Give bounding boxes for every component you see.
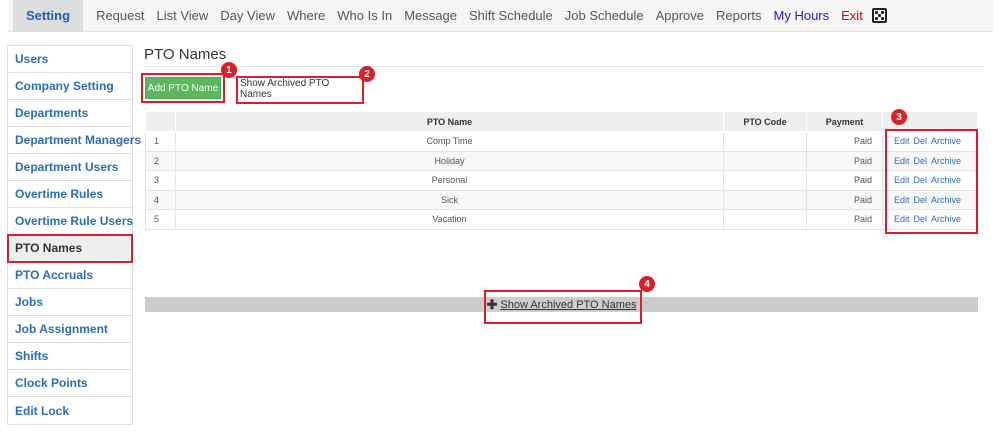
table-row: 5 Vacation Paid Edit Del Archive	[145, 209, 978, 230]
nav-link-message[interactable]: Message	[404, 8, 457, 23]
nav-link-list-view[interactable]: List View	[156, 8, 208, 23]
table-header-row: PTO Name PTO Code Payment	[145, 111, 978, 132]
pto-name-cell: Sick	[175, 189, 724, 210]
annotation-badge-2: 2	[359, 66, 375, 82]
sidebar-item-pto-accruals[interactable]: PTO Accruals	[8, 262, 132, 289]
nav-link-approve[interactable]: Approve	[656, 8, 704, 23]
row-number: 4	[145, 189, 176, 210]
payment-cell: Paid	[806, 209, 883, 230]
pto-name-cell: Holiday	[175, 150, 724, 171]
sidebar-item-departments[interactable]: Departments	[8, 100, 132, 127]
row-number: 2	[145, 150, 176, 171]
col-header-pto-code: PTO Code	[723, 111, 807, 132]
table-row: 2 Holiday Paid Edit Del Archive	[145, 150, 978, 171]
nav-link-request[interactable]: Request	[96, 8, 144, 23]
annotation-badge-4: 4	[639, 276, 655, 292]
pto-code-cell	[723, 150, 807, 171]
pto-name-cell: Comp Time	[175, 131, 724, 152]
sidebar-item-jobs[interactable]: Jobs	[8, 289, 132, 316]
pto-code-cell	[723, 131, 807, 152]
top-nav: Setting Request List View Day View Where…	[8, 0, 993, 32]
nav-link-job-schedule[interactable]: Job Schedule	[565, 8, 644, 23]
sidebar-item-users[interactable]: Users	[8, 46, 132, 73]
payment-cell: Paid	[806, 131, 883, 152]
nav-link-day-view[interactable]: Day View	[220, 8, 275, 23]
dice-icon[interactable]	[871, 8, 887, 23]
annotation-badge-3: 3	[891, 109, 907, 125]
col-header-payment: Payment	[806, 111, 883, 132]
sidebar-item-department-users[interactable]: Department Users	[8, 154, 132, 181]
pto-names-table: PTO Name PTO Code Payment 1 Comp Time Pa…	[145, 111, 978, 230]
annotation-badge-1: 1	[221, 62, 237, 78]
table-row: 3 Personal Paid Edit Del Archive	[145, 170, 978, 191]
highlight-box-4	[484, 290, 642, 324]
table-row: 1 Comp Time Paid Edit Del Archive	[145, 131, 978, 152]
payment-cell: Paid	[806, 170, 883, 191]
highlight-box-1	[141, 73, 225, 103]
highlight-box-3	[885, 129, 978, 234]
sidebar-item-overtime-rule-users[interactable]: Overtime Rule Users	[8, 208, 133, 235]
sidebar-item-pto-names[interactable]: PTO Names	[7, 234, 133, 263]
row-number: 5	[145, 209, 176, 230]
nav-link-shift-schedule[interactable]: Shift Schedule	[469, 8, 553, 23]
nav-link-who-is-in[interactable]: Who Is In	[337, 8, 392, 23]
sidebar-item-overtime-rules[interactable]: Overtime Rules	[8, 181, 132, 208]
sidebar-item-job-assignment[interactable]: Job Assignment	[8, 316, 132, 343]
sidebar-item-company-setting[interactable]: Company Setting	[8, 73, 132, 100]
pto-code-cell	[723, 189, 807, 210]
page-title: PTO Names	[144, 46, 227, 63]
sidebar-item-clock-points[interactable]: Clock Points	[8, 370, 132, 397]
row-number: 1	[145, 131, 176, 152]
nav-link-reports[interactable]: Reports	[716, 8, 762, 23]
nav-link-my-hours[interactable]: My Hours	[774, 8, 830, 23]
nav-link-exit[interactable]: Exit	[841, 8, 863, 23]
highlight-box-2	[236, 76, 364, 104]
table-row: 4 Sick Paid Edit Del Archive	[145, 189, 978, 210]
pto-name-cell: Vacation	[175, 209, 724, 230]
sidebar-item-shifts[interactable]: Shifts	[8, 343, 132, 370]
payment-cell: Paid	[806, 150, 883, 171]
payment-cell: Paid	[806, 189, 883, 210]
col-header-number	[145, 111, 176, 132]
pto-name-cell: Personal	[175, 170, 724, 191]
title-divider	[144, 66, 985, 67]
row-number: 3	[145, 170, 176, 191]
col-header-pto-name: PTO Name	[175, 111, 724, 132]
sidebar: Users Company Setting Departments Depart…	[7, 45, 141, 425]
pto-code-cell	[723, 170, 807, 191]
nav-link-where[interactable]: Where	[287, 8, 325, 23]
nav-tab-setting[interactable]: Setting	[13, 0, 84, 32]
pto-code-cell	[723, 209, 807, 230]
sidebar-item-department-managers[interactable]: Department Managers	[8, 127, 141, 154]
sidebar-item-edit-lock[interactable]: Edit Lock	[8, 397, 132, 424]
